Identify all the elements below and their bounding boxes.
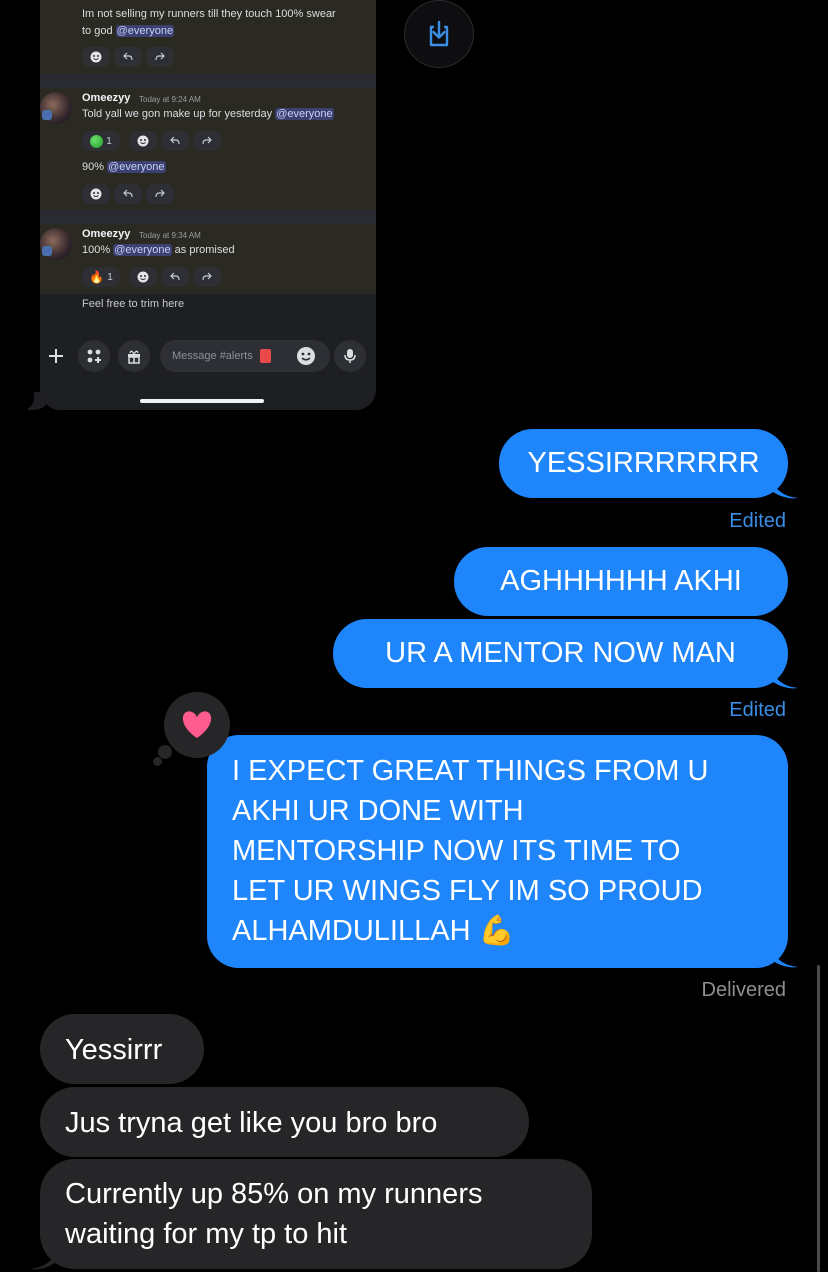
discord-message-text: Im not selling my runners till they touc… (82, 8, 336, 20)
message-text: Currently up 85% on my runners waiting f… (65, 1178, 483, 1250)
forward-button[interactable] (193, 267, 221, 287)
add-reaction-button[interactable] (82, 47, 110, 67)
add-reaction-button[interactable] (129, 131, 157, 151)
discord-message-text: Told yall we gon make up for yesterday @… (82, 108, 334, 120)
home-indicator (140, 399, 264, 403)
discord-composer: Message #alerts (40, 340, 376, 376)
discord-message-text: 100% @everyone as promised (82, 244, 235, 256)
reply-icon (170, 272, 180, 281)
forward-icon (202, 272, 212, 281)
mention: @everyone (115, 25, 175, 37)
avatar[interactable] (40, 92, 72, 124)
discord-message-text: Feel free to trim here (82, 298, 185, 310)
message-text: UR A MENTOR NOW MAN (385, 637, 736, 669)
sent-message-bubble[interactable]: YESSIRRRRRRR (499, 429, 788, 498)
emoji-icon (90, 51, 102, 63)
discord-message-text: to god @everyone (82, 25, 175, 37)
gift-button[interactable] (118, 340, 150, 372)
bubble-tail (770, 945, 798, 968)
gift-icon (128, 350, 140, 364)
reply-button[interactable] (161, 267, 189, 287)
tapback-heart[interactable] (164, 692, 230, 758)
plus-icon (49, 349, 63, 363)
message-status: Edited (729, 699, 786, 721)
forward-button[interactable] (146, 47, 174, 67)
apps-icon (87, 349, 101, 363)
received-message-bubble[interactable]: Currently up 85% on my runners waiting f… (40, 1159, 592, 1269)
discord-timestamp: Today at 9:34 AM (139, 231, 201, 240)
voice-button[interactable] (334, 340, 366, 372)
plus-button[interactable] (40, 340, 72, 372)
emoji-icon (137, 271, 149, 283)
save-attachment-button[interactable] (404, 0, 474, 68)
emoji-icon (90, 188, 102, 200)
scrollbar[interactable] (817, 965, 820, 1272)
discord-timestamp: Today at 9:24 AM (139, 95, 201, 104)
message-status: Edited (729, 510, 786, 532)
green-circle-emoji (90, 134, 104, 148)
sent-message-bubble[interactable]: UR A MENTOR NOW MAN (333, 619, 788, 688)
add-reaction-button[interactable] (82, 184, 110, 204)
forward-icon (202, 136, 212, 145)
message-input[interactable]: Message #alerts (160, 340, 330, 372)
discord-author[interactable]: Omeezyy (82, 228, 130, 240)
mention: @everyone (107, 161, 166, 173)
received-message-bubble[interactable]: Yessirrr (40, 1014, 204, 1084)
message-text: Jus tryna get like you bro bro (65, 1107, 438, 1139)
alert-siren-icon (260, 349, 271, 363)
fire-emoji: 🔥 (89, 270, 105, 284)
emoji-button[interactable] (296, 346, 316, 366)
discord-message: Omeezyy Today at 9:34 AM 100% @everyone … (40, 224, 376, 294)
avatar[interactable] (40, 228, 72, 260)
forward-button[interactable] (193, 131, 221, 151)
mention: @everyone (113, 244, 172, 256)
discord-author[interactable]: Omeezyy (82, 92, 130, 104)
sent-message-bubble[interactable]: AGHHHHHH AKHI (454, 547, 788, 616)
reply-button[interactable] (161, 131, 189, 151)
download-icon (429, 20, 449, 47)
add-reaction-button[interactable] (129, 267, 157, 287)
message-text: I EXPECT GREAT THINGS FROM U AKHI UR DON… (232, 755, 709, 947)
emoji-icon (137, 135, 149, 147)
reaction-green-circle[interactable]: 1 (82, 131, 120, 151)
discord-screenshot-attachment[interactable]: Im not selling my runners till they touc… (40, 0, 376, 410)
message-input-placeholder: Message #alerts (172, 350, 253, 362)
bubble-tail (30, 1247, 58, 1270)
reply-icon (123, 52, 133, 61)
message-text: AGHHHHHH AKHI (500, 565, 742, 597)
forward-button[interactable] (146, 184, 174, 204)
bubble-tail (770, 476, 798, 499)
emoji-icon (297, 347, 315, 365)
reply-button[interactable] (114, 47, 142, 67)
discord-message: Omeezyy Today at 9:24 AM Told yall we go… (40, 88, 376, 210)
forward-icon (155, 189, 165, 198)
heart-icon (182, 711, 212, 738)
message-text: Yessirrr (65, 1034, 163, 1066)
received-message-bubble[interactable]: Jus tryna get like you bro bro (40, 1087, 529, 1157)
reaction-fire[interactable]: 🔥 1 (82, 267, 120, 287)
forward-icon (155, 52, 165, 61)
apps-button[interactable] (78, 340, 110, 372)
microphone-icon (344, 349, 356, 363)
bubble-tail (770, 666, 798, 689)
mention: @everyone (275, 108, 334, 120)
reply-button[interactable] (114, 184, 142, 204)
reply-icon (123, 189, 133, 198)
message-text: YESSIRRRRRRR (527, 447, 760, 479)
discord-message-text: 90% @everyone (82, 161, 166, 173)
delivery-status: Delivered (701, 979, 786, 1001)
reply-icon (170, 136, 180, 145)
discord-message: Im not selling my runners till they touc… (40, 0, 376, 74)
sent-message-bubble[interactable]: I EXPECT GREAT THINGS FROM U AKHI UR DON… (207, 735, 788, 968)
